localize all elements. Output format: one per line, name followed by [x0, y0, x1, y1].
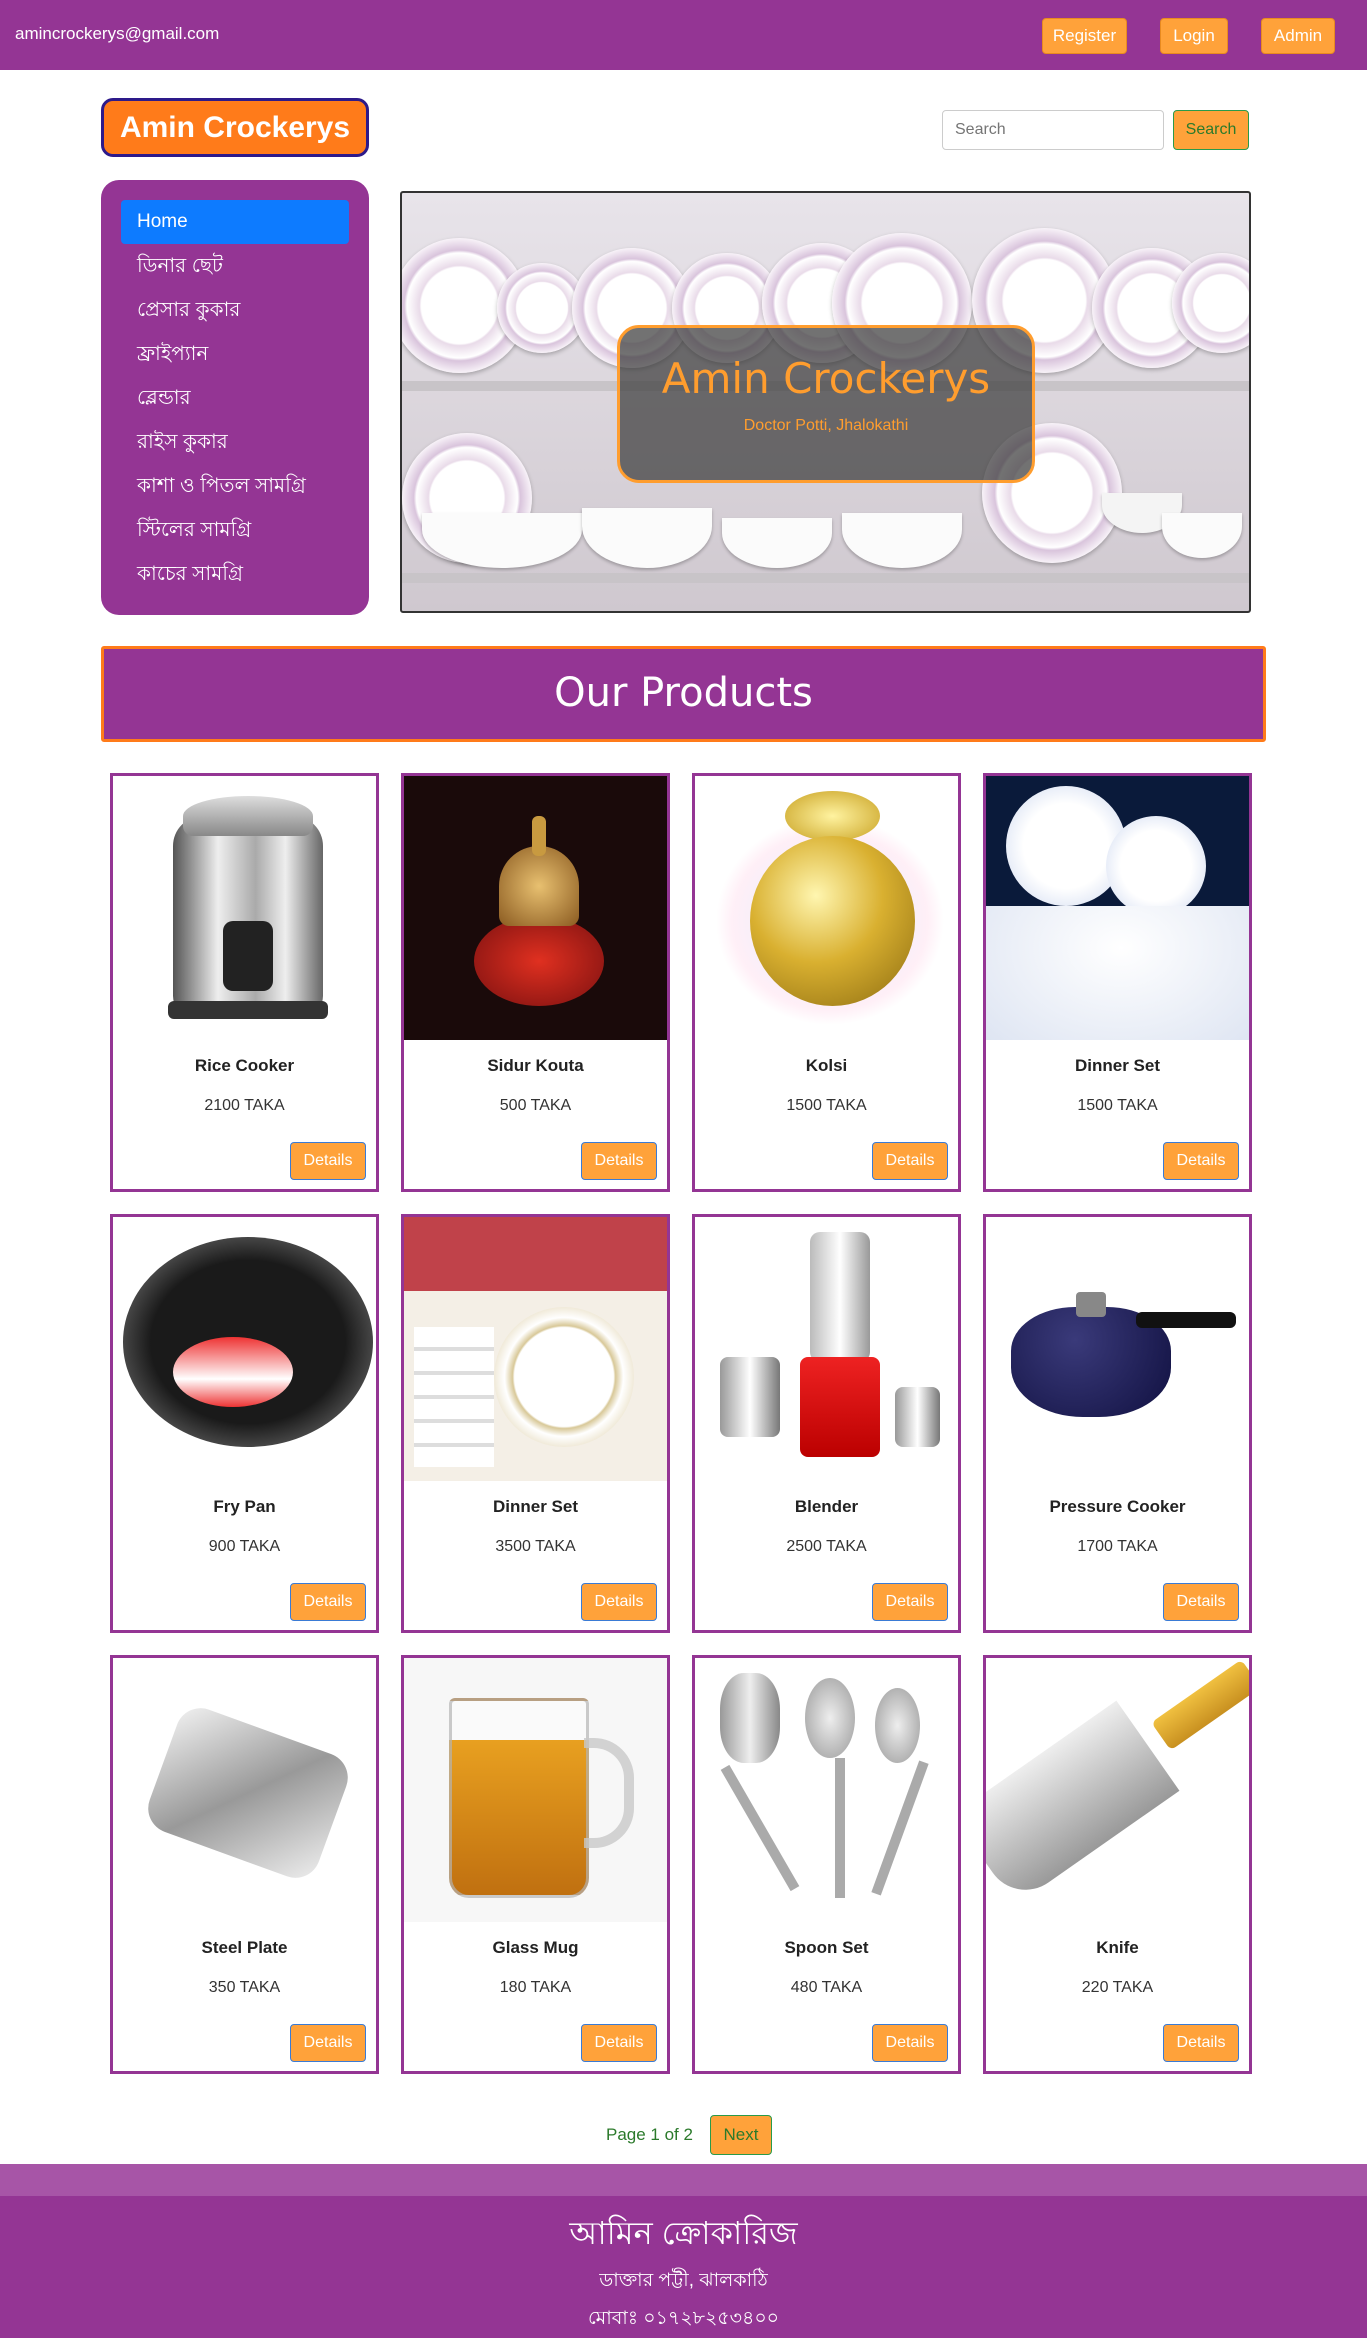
- product-price: 2500 TAKA: [786, 1538, 867, 1555]
- next-page-button[interactable]: Next: [710, 2115, 772, 2155]
- details-button[interactable]: Details: [581, 1142, 657, 1180]
- product-card: Dinner Set 3500 TAKA Details: [401, 1214, 670, 1633]
- hero-title: Amin Crockerys: [661, 354, 991, 403]
- product-card: Steel Plate 350 TAKA Details: [110, 1655, 379, 2074]
- product-price: 180 TAKA: [499, 1979, 572, 1996]
- sidebar-item-glass[interactable]: কাচের সামগ্রি: [121, 552, 349, 596]
- bowl-image: [722, 518, 832, 568]
- page-indicator: Page 1 of 2: [606, 2125, 693, 2144]
- product-name: Steel Plate: [201, 1938, 288, 1957]
- details-button[interactable]: Details: [872, 1142, 948, 1180]
- product-image[interactable]: [404, 1658, 667, 1922]
- product-price: 900 TAKA: [208, 1538, 281, 1555]
- details-button[interactable]: Details: [290, 1583, 366, 1621]
- details-button[interactable]: Details: [1163, 1142, 1239, 1180]
- product-name: Pressure Cooker: [1049, 1497, 1186, 1516]
- footer-address: ডাক্তার পট্টী, ঝালকাঠি: [599, 2270, 768, 2291]
- bowl-image: [582, 508, 712, 568]
- hero-caption: Amin Crockerys Doctor Potti, Jhalokathi: [617, 325, 1035, 483]
- contact-email: amincrockerys@gmail.com: [15, 24, 220, 43]
- product-price: 220 TAKA: [1081, 1979, 1154, 1996]
- product-card: Glass Mug 180 TAKA Details: [401, 1655, 670, 2074]
- product-image[interactable]: [695, 776, 958, 1040]
- sidebar-item-brass[interactable]: কাশা ও পিতল সামগ্রি: [121, 464, 349, 508]
- product-image[interactable]: [695, 1217, 958, 1481]
- sidebar-item-blender[interactable]: ব্লেন্ডার: [121, 376, 349, 420]
- product-card: Spoon Set 480 TAKA Details: [692, 1655, 961, 2074]
- footer-divider: [0, 2164, 1367, 2196]
- admin-button[interactable]: Admin: [1261, 18, 1335, 54]
- product-name: Fry Pan: [213, 1497, 276, 1516]
- product-image[interactable]: [113, 1658, 376, 1922]
- product-price: 1500 TAKA: [1077, 1097, 1158, 1114]
- footer: আমিন ক্রোকারিজ ডাক্তার পট্টী, ঝালকাঠি মো…: [0, 2196, 1367, 2338]
- sidebar-item-home[interactable]: Home: [121, 200, 349, 244]
- details-button[interactable]: Details: [872, 1583, 948, 1621]
- product-image[interactable]: [404, 776, 667, 1040]
- details-button[interactable]: Details: [290, 1142, 366, 1180]
- footer-shop-name: আমিন ক্রোকারিজ: [569, 2215, 798, 2251]
- register-button[interactable]: Register: [1042, 18, 1127, 54]
- product-card: Dinner Set 1500 TAKA Details: [983, 773, 1252, 1192]
- sidebar-item-rice-cooker[interactable]: রাইস কুকার: [121, 420, 349, 464]
- product-card: Blender 2500 TAKA Details: [692, 1214, 961, 1633]
- product-card: Knife 220 TAKA Details: [983, 1655, 1252, 2074]
- sidebar-item-frypan[interactable]: ফ্রাইপ্যান: [121, 332, 349, 376]
- hero-banner: Amin Crockerys Doctor Potti, Jhalokathi: [400, 191, 1251, 613]
- products-heading: Our Products: [101, 646, 1266, 742]
- details-button[interactable]: Details: [872, 2024, 948, 2062]
- login-button[interactable]: Login: [1160, 18, 1228, 54]
- details-button[interactable]: Details: [290, 2024, 366, 2062]
- product-price: 1500 TAKA: [786, 1097, 867, 1114]
- product-card: Sidur Kouta 500 TAKA Details: [401, 773, 670, 1192]
- product-name: Dinner Set: [1074, 1056, 1161, 1075]
- top-bar: amincrockerys@gmail.com Register Login A…: [0, 0, 1367, 70]
- shelf: [402, 573, 1249, 583]
- product-price: 500 TAKA: [499, 1097, 572, 1114]
- product-price: 480 TAKA: [790, 1979, 863, 1996]
- product-card: Pressure Cooker 1700 TAKA Details: [983, 1214, 1252, 1633]
- brand-logo[interactable]: Amin Crockerys: [101, 98, 369, 157]
- bowl-image: [842, 513, 962, 568]
- product-image[interactable]: [404, 1217, 667, 1481]
- product-name: Kolsi: [805, 1056, 848, 1075]
- product-image[interactable]: [986, 1217, 1249, 1481]
- product-image[interactable]: [986, 776, 1249, 1040]
- category-sidebar: Home ডিনার ছেট প্রেসার কুকার ফ্রাইপ্যান …: [101, 180, 369, 615]
- product-name: Glass Mug: [492, 1938, 579, 1957]
- product-name: Rice Cooker: [194, 1056, 295, 1075]
- search-button[interactable]: Search: [1173, 110, 1249, 150]
- details-button[interactable]: Details: [1163, 1583, 1239, 1621]
- sidebar-item-steel[interactable]: স্টিলের সামগ্রি: [121, 508, 349, 552]
- product-card: Fry Pan 900 TAKA Details: [110, 1214, 379, 1633]
- product-price: 350 TAKA: [208, 1979, 281, 1996]
- footer-phone: মোবাঃ ০১৭২৮২৫৩৪০০: [587, 2308, 780, 2329]
- product-name: Knife: [1096, 1938, 1139, 1957]
- product-price: 1700 TAKA: [1077, 1538, 1158, 1555]
- details-button[interactable]: Details: [1163, 2024, 1239, 2062]
- sidebar-item-pressure-cooker[interactable]: প্রেসার কুকার: [121, 288, 349, 332]
- product-card: Rice Cooker 2100 TAKA Details: [110, 773, 379, 1192]
- details-button[interactable]: Details: [581, 2024, 657, 2062]
- product-image[interactable]: [113, 776, 376, 1040]
- product-image[interactable]: [986, 1658, 1249, 1922]
- pagination: Page 1 of 2 Next: [0, 2115, 1367, 2155]
- details-button[interactable]: Details: [581, 1583, 657, 1621]
- product-card: Kolsi 1500 TAKA Details: [692, 773, 961, 1192]
- product-price: 3500 TAKA: [495, 1538, 576, 1555]
- product-image[interactable]: [695, 1658, 958, 1922]
- product-name: Blender: [794, 1497, 859, 1516]
- product-image[interactable]: [113, 1217, 376, 1481]
- search-input[interactable]: [942, 110, 1164, 150]
- product-name: Spoon Set: [784, 1938, 869, 1957]
- sidebar-item-dinner-set[interactable]: ডিনার ছেট: [121, 244, 349, 288]
- product-price: 2100 TAKA: [204, 1097, 285, 1114]
- product-name: Sidur Kouta: [487, 1056, 584, 1075]
- cup-image: [1162, 513, 1242, 558]
- hero-subtitle: Doctor Potti, Jhalokathi: [743, 417, 909, 434]
- product-name: Dinner Set: [492, 1497, 579, 1516]
